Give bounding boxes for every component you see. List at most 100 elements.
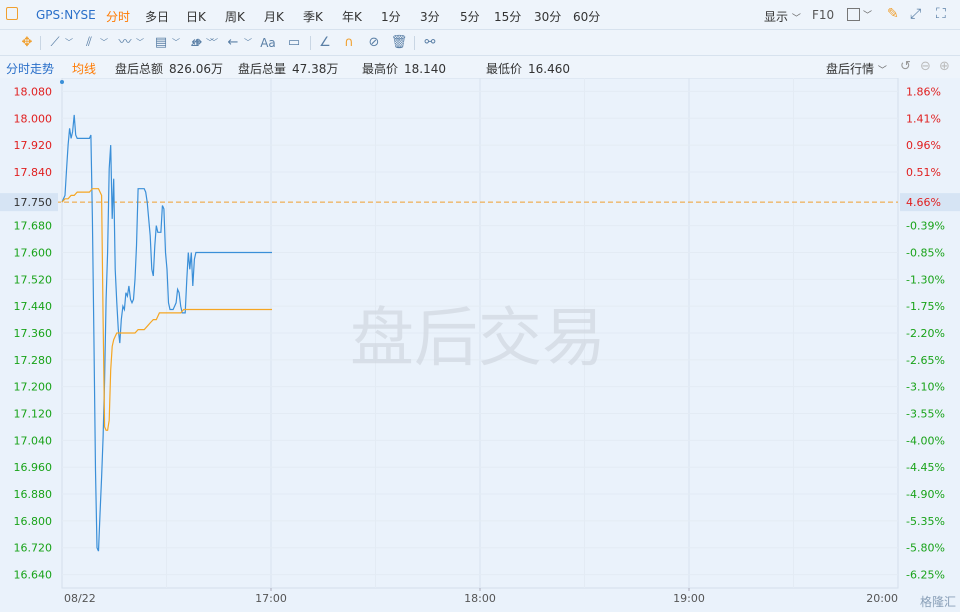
chevron-down-icon[interactable]: ﹀ <box>239 35 257 51</box>
tab-5min[interactable]: 5分 <box>460 8 480 25</box>
tab-60min[interactable]: 60分 <box>573 8 600 25</box>
chevron-down-icon: ﹀ <box>791 14 801 24</box>
time-tick-label: 20:00 <box>866 592 898 605</box>
chevron-down-icon[interactable]: ﹀ <box>167 35 185 51</box>
pencil-icon[interactable]: ✎ <box>887 6 899 22</box>
tab-15min[interactable]: 15分 <box>494 8 521 25</box>
time-axis: 08/22 17:00 18:00 19:00 20:00 <box>64 588 898 605</box>
percent-tick-label: -3.10% <box>906 381 945 394</box>
price-tick-label: 17.920 <box>14 139 53 152</box>
high-value: 18.140 <box>404 62 447 76</box>
time-tick-label: 18:00 <box>464 592 496 605</box>
percent-tick-label: -2.20% <box>906 327 945 340</box>
price-tick-label: 16.800 <box>14 515 53 528</box>
chevron-down-icon[interactable]: ﹀ <box>95 35 113 51</box>
percent-tick-label: 1.41% <box>906 112 941 125</box>
tab-year-k[interactable]: 年K <box>342 8 362 25</box>
chevron-down-icon[interactable]: ﹀ <box>863 8 872 21</box>
price-tick-label: 18.080 <box>14 85 53 98</box>
percent-tick-label: -5.35% <box>906 515 945 528</box>
f10-button[interactable]: F10 <box>812 8 834 22</box>
link-icon[interactable]: ⚯ <box>421 35 439 51</box>
tab-month-k[interactable]: 月K <box>264 8 284 25</box>
price-tick-label: 17.120 <box>14 408 53 421</box>
crosshair-marker <box>60 80 64 84</box>
price-tick-label: 17.600 <box>14 246 53 259</box>
low-stat: 最低价 16.460 <box>486 60 570 77</box>
percent-tick-label: 1.86% <box>906 85 941 98</box>
percent-tick-label: -1.75% <box>906 300 945 313</box>
chevron-down-icon[interactable]: ﹀ <box>60 35 78 51</box>
amount-label: 盘后总额 <box>115 62 164 76</box>
fullscreen-icon[interactable]: ⛶ <box>936 6 946 22</box>
brand-label: 格隆汇 <box>920 594 956 609</box>
percent-tick-label: -4.45% <box>906 461 945 474</box>
quote-dropdown[interactable]: 盘后行情 ﹀ <box>826 60 887 77</box>
chevron-down-icon[interactable]: ﹀ <box>131 35 149 51</box>
intraday-chart[interactable]: 18.080 18.000 17.920 17.840 17.680 17.600 17.5… <box>0 78 960 612</box>
tab-quarter-k[interactable]: 季K <box>303 8 323 25</box>
percent-tick-label: 0.51% <box>906 166 941 179</box>
percent-tick-label: -4.00% <box>906 434 945 447</box>
amount-stat: 盘后总额 826.06万 <box>115 60 223 77</box>
expand-icon[interactable]: ⤢ <box>910 6 921 22</box>
amount-value: 826.06万 <box>169 62 224 76</box>
price-tick-label: 16.880 <box>14 488 53 501</box>
percent-tick-label: -6.25% <box>906 569 945 582</box>
text-tool-icon[interactable]: Aa <box>259 35 277 51</box>
low-value: 16.460 <box>528 62 571 76</box>
tab-week-k[interactable]: 周K <box>225 8 245 25</box>
chevron-down-icon: ﹀ <box>877 66 887 76</box>
magnet-icon[interactable]: ∩ <box>340 35 358 51</box>
zoom-in-icon[interactable]: ⊕ <box>939 59 950 74</box>
reference-price-label: 17.750 <box>14 196 53 209</box>
tab-30min[interactable]: 30分 <box>534 8 561 25</box>
chevron-down-icon[interactable]: ﹀ <box>205 35 223 51</box>
time-tick-label: 19:00 <box>673 592 705 605</box>
divider <box>414 36 415 50</box>
move-icon[interactable]: ✥ <box>18 35 36 51</box>
percent-axis: 1.86% 1.41% 0.96% 0.51% -0.39% -0.85% -1.30% -1… <box>906 85 945 581</box>
color-box-icon[interactable] <box>847 8 860 21</box>
display-dropdown[interactable]: 显示 ﹀ <box>764 8 801 25</box>
high-stat: 最高价 18.140 <box>362 60 446 77</box>
tab-day-k[interactable]: 日K <box>186 8 206 25</box>
volume-label: 盘后总量 <box>238 62 287 76</box>
comment-icon[interactable]: ▭ <box>285 35 303 51</box>
tab-3min[interactable]: 3分 <box>420 8 440 25</box>
divider <box>310 36 311 50</box>
zoom-out-icon[interactable]: ⊖ <box>920 59 931 74</box>
undo-icon[interactable]: ↺ <box>900 59 911 74</box>
top-bar: GPS:NYSE 分时 多日 日K 周K 月K 季K 年K 1分 3分 5分 1… <box>0 0 960 30</box>
price-tick-label: 17.520 <box>14 273 53 286</box>
measure-tool-icon[interactable]: ⇹ <box>188 35 206 51</box>
divider <box>40 36 41 50</box>
price-tick-label: 18.000 <box>14 112 53 125</box>
ruler-icon[interactable]: ∠ <box>316 35 334 51</box>
price-tick-label: 17.040 <box>14 434 53 447</box>
percent-tick-label: -0.39% <box>906 220 945 233</box>
high-label: 最高价 <box>362 62 399 76</box>
price-tick-label: 17.680 <box>14 220 53 233</box>
info-bar: 分时走势 均线 盘后总额 826.06万 盘后总量 47.38万 最高价 18.140… <box>0 56 960 78</box>
hide-icon[interactable]: ⊘ <box>365 35 383 51</box>
display-label: 显示 <box>764 10 789 24</box>
percent-tick-label: -5.80% <box>906 542 945 555</box>
watermark: 盘后交易 <box>350 302 606 376</box>
tab-1min[interactable]: 1分 <box>381 8 401 25</box>
trash-icon[interactable]: 🗑 <box>390 35 408 51</box>
tab-fenshi[interactable]: 分时 <box>106 8 130 25</box>
price-tick-label: 17.280 <box>14 354 53 367</box>
drawing-toolbar: ✥ ⟋ ﹀ ⫽ ﹀ 〰 ﹀ ▤ ﹀ ⊿ ﹀ ⇥ ⇹ ﹀ ← ﹀ Aa ▭ ∠ ∩… <box>0 30 960 56</box>
tab-multi-day[interactable]: 多日 <box>145 8 169 25</box>
percent-tick-label: -1.30% <box>906 273 945 286</box>
price-tick-label: 16.960 <box>14 461 53 474</box>
percent-tick-label: -4.90% <box>906 488 945 501</box>
percent-tick-label: -0.85% <box>906 246 945 259</box>
price-tick-label: 16.640 <box>14 569 53 582</box>
panel-toggle-icon[interactable] <box>6 7 18 20</box>
percent-tick-label: -2.65% <box>906 354 945 367</box>
price-axis: 18.080 18.000 17.920 17.840 17.680 17.600 17.5… <box>14 85 53 581</box>
price-tick-label: 17.360 <box>14 327 53 340</box>
volume-stat: 盘后总量 47.38万 <box>238 60 338 77</box>
